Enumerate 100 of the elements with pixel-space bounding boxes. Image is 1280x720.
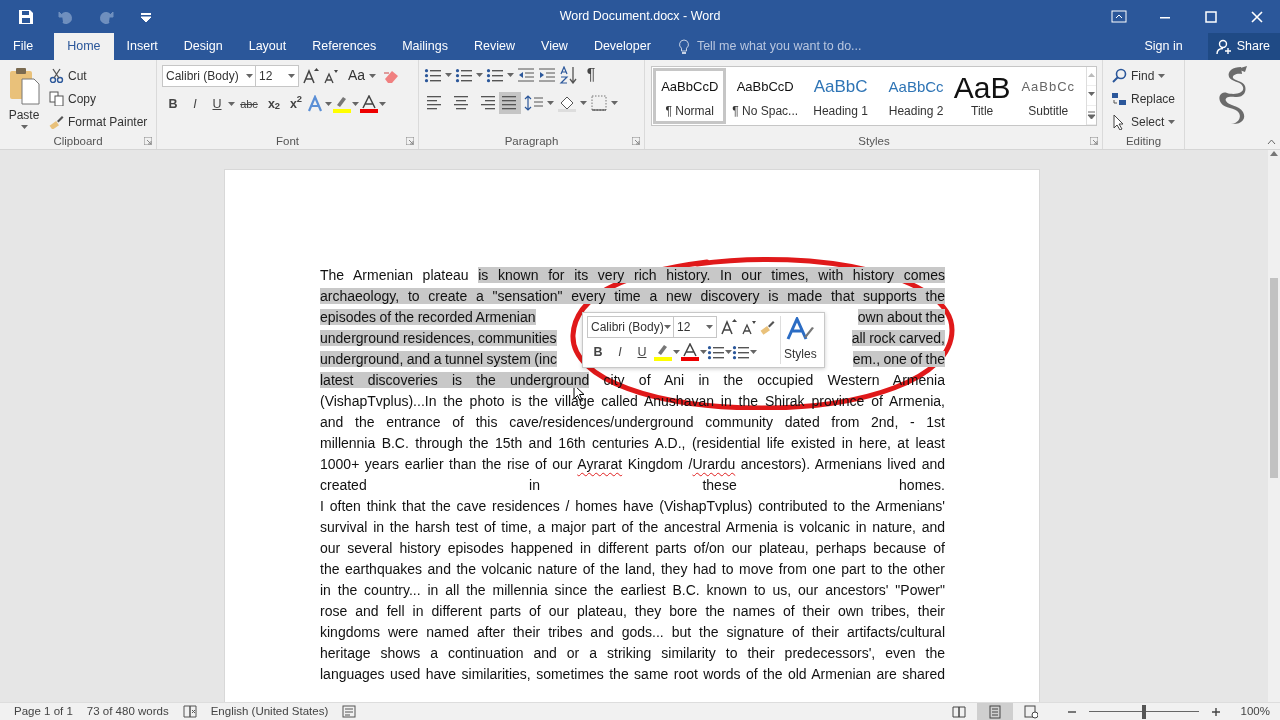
style-option[interactable]: AaBbCcD ¶ Normal	[652, 67, 728, 125]
caret-icon[interactable]	[288, 73, 295, 78]
highlighter-icon[interactable]	[332, 95, 352, 113]
caret-icon[interactable]	[547, 101, 554, 105]
dialog-launcher-icon[interactable]	[632, 137, 640, 145]
show-formatting-button[interactable]: ¶	[580, 64, 602, 86]
caret-icon[interactable]	[445, 73, 452, 77]
format-button[interactable]: B	[162, 93, 184, 115]
shrink-font-icon[interactable]	[741, 318, 757, 336]
sign-in-link[interactable]: Sign in	[1131, 33, 1196, 60]
ribbon-tab[interactable]: Layout	[235, 33, 300, 60]
caret-icon[interactable]	[725, 350, 732, 354]
select-button[interactable]: Select	[1108, 110, 1179, 133]
style-option[interactable]: AaBbCc Subtitle	[1010, 67, 1086, 125]
grow-font-icon[interactable]	[302, 66, 320, 85]
style-option[interactable]: AaBbCcD ¶ No Spac...	[727, 67, 803, 125]
page-count[interactable]: Page 1 of 1	[14, 702, 73, 720]
ribbon-tab[interactable]: File	[0, 33, 47, 60]
proofing-icon[interactable]	[182, 705, 197, 718]
format-button[interactable]: abc	[235, 93, 263, 115]
font-name-field[interactable]: Calibri (Body)	[587, 316, 675, 338]
multilevel-list-icon[interactable]	[486, 67, 504, 83]
paintbrush-icon[interactable]	[760, 319, 776, 335]
font-color-icon[interactable]	[359, 95, 379, 113]
style-option[interactable]: AaB Title	[953, 67, 1011, 125]
ribbon-tab[interactable]: Developer	[580, 33, 664, 60]
style-option[interactable]: AaBbCc Heading 2	[878, 67, 954, 125]
shading-icon[interactable]	[557, 94, 577, 112]
grow-font-icon[interactable]	[720, 318, 738, 336]
caret-icon[interactable]	[20, 125, 28, 129]
bullet-list-icon[interactable]	[707, 344, 725, 360]
styles-button[interactable]: Styles	[780, 316, 820, 364]
ribbon-tab[interactable]: Design	[170, 33, 236, 60]
scrollbar-thumb[interactable]	[1270, 278, 1278, 478]
close-icon[interactable]	[1249, 8, 1265, 25]
align-justify-button[interactable]	[499, 92, 521, 114]
format-painter-button[interactable]: Format Painter	[46, 110, 151, 133]
format-button[interactable]: I	[184, 93, 206, 115]
bullet-list-icon[interactable]	[424, 67, 442, 83]
font-size-field[interactable]: 12	[673, 316, 717, 338]
maximize-icon[interactable]	[1203, 8, 1219, 25]
save-icon[interactable]	[18, 8, 34, 25]
caret-icon[interactable]	[379, 102, 386, 106]
caret-icon[interactable]	[700, 350, 707, 354]
increase-indent-icon[interactable]	[538, 67, 556, 83]
font-color-icon[interactable]	[680, 343, 700, 361]
numbered-list-icon[interactable]	[732, 344, 750, 360]
caret-icon[interactable]	[750, 350, 757, 354]
caret-icon[interactable]	[325, 102, 332, 106]
highlighter-icon[interactable]	[653, 343, 673, 361]
format-button[interactable]: U	[206, 93, 228, 115]
search-field[interactable]: Tell me what you want to do...	[694, 36, 895, 57]
format-button[interactable]: I	[609, 341, 631, 363]
ribbon-tab[interactable]: Review	[461, 33, 528, 60]
more-styles-icon[interactable]	[1087, 110, 1096, 119]
sort-icon[interactable]	[559, 66, 577, 84]
text-effects-icon[interactable]	[307, 95, 325, 113]
zoom-level[interactable]: 100%	[1240, 702, 1270, 720]
caret-icon[interactable]	[1168, 119, 1176, 124]
caret-icon[interactable]	[228, 102, 235, 106]
caret-icon[interactable]	[369, 73, 377, 78]
caret-icon[interactable]	[507, 73, 514, 77]
ribbon-display-icon[interactable]	[1111, 8, 1127, 25]
slider-thumb[interactable]	[1141, 704, 1146, 719]
collapse-ribbon-icon[interactable]	[1267, 139, 1276, 145]
numbered-list-icon[interactable]	[455, 67, 473, 83]
ribbon-tab[interactable]: View	[528, 33, 581, 60]
caret-icon[interactable]	[1158, 73, 1166, 78]
caret-icon[interactable]	[246, 73, 253, 78]
language-indicator[interactable]: English (United States)	[210, 702, 329, 720]
dialog-launcher-icon[interactable]	[1090, 137, 1098, 145]
caret-icon[interactable]	[611, 101, 618, 105]
caret-icon[interactable]	[580, 101, 587, 105]
paste-button[interactable]: Paste	[5, 64, 43, 133]
caret-icon[interactable]	[664, 325, 671, 329]
find-button[interactable]: Find	[1108, 64, 1179, 87]
line-spacing-icon[interactable]	[524, 94, 544, 112]
ribbon-tab[interactable]: Insert	[113, 33, 171, 60]
change-case-button[interactable]: Aa	[345, 64, 380, 87]
ribbon-tab[interactable]: References	[299, 33, 390, 60]
share-button[interactable]: Share	[1207, 33, 1280, 60]
borders-icon[interactable]	[590, 94, 608, 112]
caret-icon[interactable]	[352, 102, 359, 106]
dialog-launcher-icon[interactable]	[406, 137, 414, 145]
replace-button[interactable]: Replace	[1108, 87, 1179, 110]
copy-button[interactable]: Copy	[46, 87, 151, 110]
decrease-indent-icon[interactable]	[517, 67, 535, 83]
font-size-field[interactable]: 12	[255, 64, 299, 87]
format-button[interactable]: B	[587, 341, 609, 363]
ribbon-tab[interactable]: Mailings	[389, 33, 461, 60]
caret-icon[interactable]	[476, 73, 483, 77]
ribbon-tab[interactable]: Home	[54, 33, 114, 60]
caret-icon[interactable]	[706, 325, 713, 329]
dialog-launcher-icon[interactable]	[144, 137, 152, 145]
word-count[interactable]: 73 of 480 words	[86, 702, 169, 720]
view-button[interactable]	[976, 702, 1013, 720]
format-button[interactable]: x$_{2}$	[263, 93, 285, 115]
font-name-field[interactable]: Calibri (Body)	[162, 64, 257, 87]
format-button[interactable]: U	[631, 341, 653, 363]
format-button[interactable]: x$^{2}$	[285, 93, 307, 115]
